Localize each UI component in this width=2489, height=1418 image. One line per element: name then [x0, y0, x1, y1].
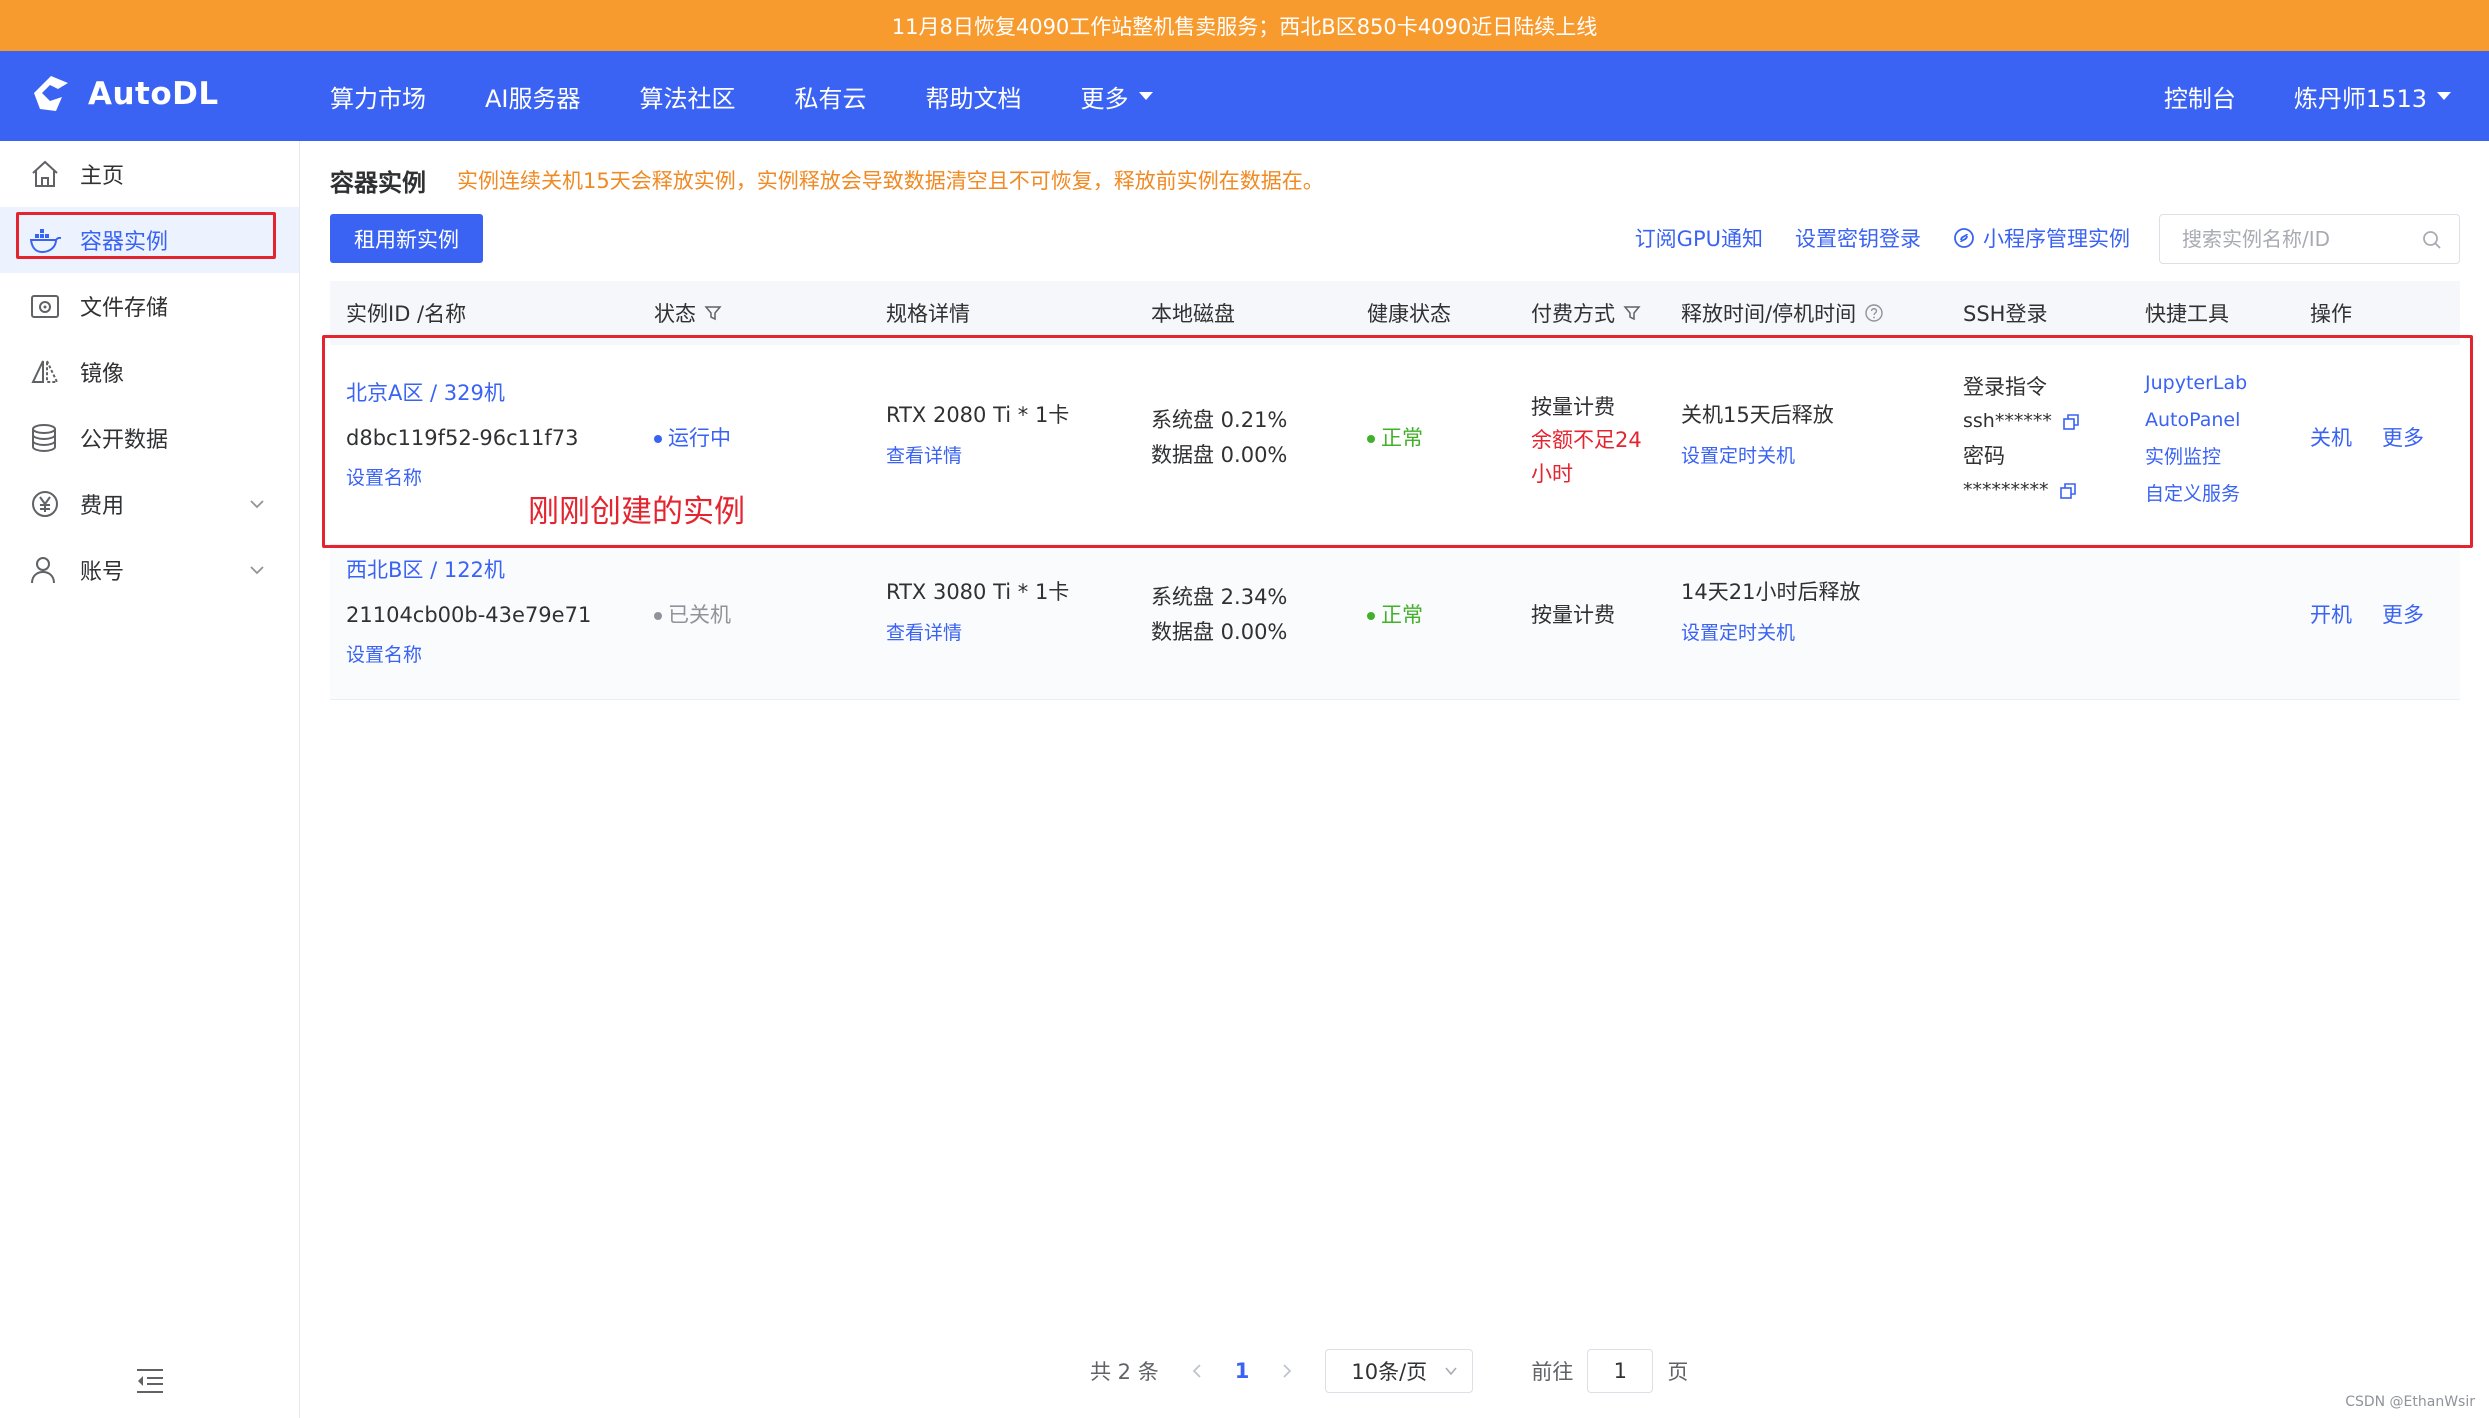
nav-more[interactable]: 更多 [1081, 79, 1153, 114]
sidebar: 主页 容器实例 文件存储 镜像 公开数据 费用 账号 [0, 141, 300, 1418]
system-disk-usage: 系统盘 2.34% [1151, 585, 1288, 609]
page-size-value: 10条/页 [1351, 1360, 1428, 1384]
page-number-current[interactable]: 1 [1235, 1359, 1250, 1383]
brand-name: AutoDL [88, 76, 219, 112]
yen-icon [32, 491, 58, 517]
highlight-box-sidebar [16, 212, 276, 259]
release-warning: 实例连续关机15天会释放实例，实例释放会导致数据清空且不可恢复，释放前实例在数据… [457, 169, 1324, 193]
chevron-down-icon [1445, 1367, 1457, 1376]
username: 炼丹师1513 [2293, 84, 2427, 113]
nav-private-cloud[interactable]: 私有云 [795, 79, 867, 114]
view-details-link[interactable]: 查看详情 [886, 622, 962, 645]
sidebar-item-label: 账号 [80, 560, 125, 585]
mirror-icon [31, 360, 59, 383]
sidebar-item-label: 镜像 [80, 362, 125, 387]
filter-icon[interactable] [1623, 304, 1641, 322]
toolbar-links: 订阅GPU通知 设置密钥登录 小程序管理实例 [1635, 223, 2130, 253]
sidebar-item-label: 主页 [80, 164, 125, 189]
database-icon [32, 424, 56, 453]
spec-text: RTX 3080 Ti * 1卡 [886, 580, 1070, 604]
sidebar-item-images[interactable]: 镜像 [0, 339, 299, 405]
search-icon[interactable] [2421, 229, 2443, 251]
caret-down-icon [2437, 92, 2451, 100]
row-2-cells: 西北B区 / 122机 21104cb00b-43e79e71 设置名称 已关机… [330, 545, 2460, 700]
col-billing-label: 付费方式 [1531, 302, 1615, 326]
help-circle-icon[interactable] [1864, 303, 1884, 323]
total-count: 共 2 条 [1090, 1360, 1159, 1384]
col-status-label: 状态 [654, 302, 696, 326]
sidebar-item-file-storage[interactable]: 文件存储 [0, 273, 299, 339]
schedule-shutdown-link[interactable]: 设置定时关机 [1681, 622, 1795, 645]
autodl-logo-icon [34, 76, 68, 111]
disk-icon [31, 295, 59, 318]
announcement-text: 11月8日恢复4090工作站整机售卖服务；西北B区850卡4090近日陆续上线 [891, 14, 1598, 39]
status-dot-icon [654, 612, 662, 620]
sidebar-item-label: 文件存储 [80, 296, 169, 321]
main-nav: 算力市场 AI服务器 算法社区 私有云 帮助文档 更多 [330, 51, 1212, 141]
billing-type: 按量计费 [1531, 603, 1615, 627]
instance-id: 21104cb00b-43e79e71 [346, 603, 592, 627]
nav-ai-server[interactable]: AI服务器 [485, 79, 581, 114]
health-status: 正常 [1367, 603, 1423, 628]
release-time: 14天21小时后释放 [1681, 580, 1861, 604]
subscribe-gpu-notice-link[interactable]: 订阅GPU通知 [1635, 223, 1763, 253]
instance-name-link[interactable]: 西北B区 / 122机 [346, 558, 505, 583]
user-menu[interactable]: 炼丹师1513 [2294, 79, 2451, 114]
goto-page-input[interactable]: 1 [1587, 1349, 1654, 1393]
sidebar-item-billing[interactable]: 费用 [0, 471, 299, 537]
sidebar-item-label: 费用 [80, 494, 125, 519]
chevron-down-icon [250, 566, 264, 575]
status-stopped: 已关机 [654, 603, 731, 628]
pagination: 共 2 条 1 10条/页 前往 1 页 [1090, 1349, 1688, 1393]
caret-down-icon [1138, 92, 1153, 100]
mini-program-icon [1954, 228, 1974, 248]
announcement-bar: 11月8日恢复4090工作站整机售卖服务；西北B区850卡4090近日陆续上线 [0, 0, 2489, 51]
collapse-sidebar-icon[interactable] [135, 1367, 165, 1395]
search-box [2159, 214, 2460, 264]
sidebar-item-home[interactable]: 主页 [0, 141, 299, 207]
search-input[interactable] [2182, 227, 2412, 251]
chevron-right-icon[interactable] [1279, 1363, 1295, 1379]
set-key-login-link[interactable]: 设置密钥登录 [1795, 223, 1921, 253]
nav-algorithm-community[interactable]: 算法社区 [640, 79, 736, 114]
page-size-select[interactable]: 10条/页 [1325, 1349, 1474, 1393]
chevron-down-icon [250, 500, 264, 509]
col-release-label: 释放时间/停机时间 [1681, 302, 1857, 326]
status-label: 已关机 [668, 603, 731, 627]
console-link[interactable]: 控制台 [2164, 79, 2236, 114]
top-navbar: AutoDL 算力市场 AI服务器 算法社区 私有云 帮助文档 更多 控制台 炼… [0, 51, 2489, 141]
brand-logo[interactable]: AutoDL [28, 71, 219, 117]
status-dot-icon [1367, 612, 1375, 620]
sidebar-item-account[interactable]: 账号 [0, 537, 299, 603]
filter-icon[interactable] [704, 304, 722, 322]
power-on-button[interactable]: 开机 [2310, 603, 2352, 628]
rent-new-instance-button[interactable]: 租用新实例 [330, 214, 483, 263]
sidebar-item-public-data[interactable]: 公开数据 [0, 405, 299, 471]
mini-program-label: 小程序管理实例 [1983, 227, 2130, 251]
goto-label: 前往 [1531, 1360, 1574, 1384]
nav-right: 控制台 炼丹师1513 [2164, 51, 2451, 141]
data-disk-usage: 数据盘 0.00% [1151, 620, 1288, 644]
set-name-link[interactable]: 设置名称 [346, 644, 422, 667]
mini-program-manage-link[interactable]: 小程序管理实例 [1953, 223, 2130, 253]
nav-help-docs[interactable]: 帮助文档 [926, 79, 1022, 114]
user-icon [31, 557, 55, 584]
annotation-text: 刚刚创建的实例 [528, 494, 745, 530]
page-unit-label: 页 [1667, 1360, 1689, 1384]
more-actions-button[interactable]: 更多 [2382, 603, 2424, 628]
nav-more-label: 更多 [1080, 84, 1129, 113]
chevron-left-icon[interactable] [1189, 1363, 1205, 1379]
nav-compute-market[interactable]: 算力市场 [330, 79, 426, 114]
page-title: 容器实例 [330, 169, 426, 197]
home-icon [32, 160, 58, 187]
health-label: 正常 [1381, 603, 1423, 627]
sidebar-item-label: 公开数据 [80, 428, 169, 453]
watermark: CSDN @EthanWsir [2345, 1394, 2475, 1410]
